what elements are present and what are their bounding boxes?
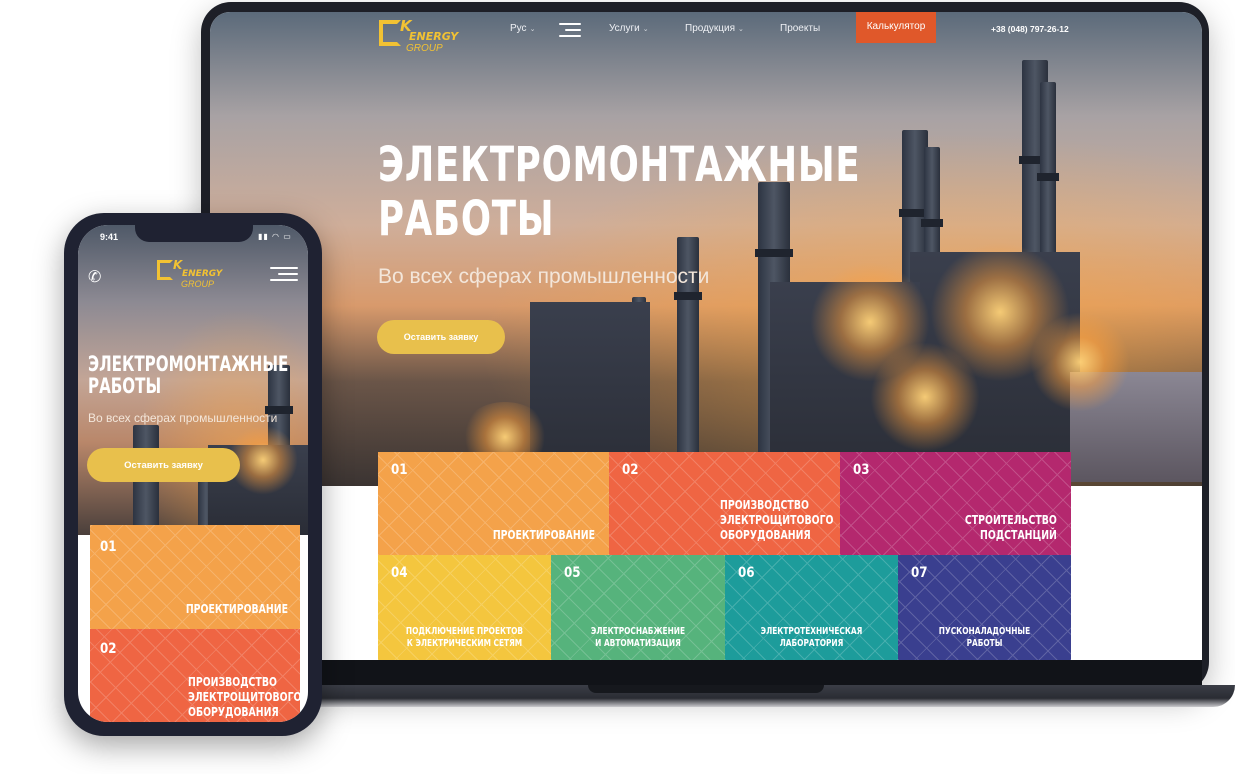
tile-label-line: ПОДКЛЮЧЕНИЕ ПРОЕКТОВ [405,626,524,638]
submit-request-button[interactable]: Оставить заявку [87,448,240,482]
tile-label-line: ОБОРУДОВАНИЯ [720,528,811,542]
tile-label-line: ПРОЕКТИРОВАНИЕ [492,528,595,542]
service-tile-commissioning[interactable]: 07 ПУСКОНАЛАДОЧНЫЕ РАБОТЫ [898,555,1071,660]
service-tile-laboratory[interactable]: 06 ЭЛЕКТРОТЕХНИЧЕСКАЯ ЛАБОРАТОРИЯ [725,555,898,660]
hero-background [210,12,1202,486]
hero-title-line: РАБОТЫ [378,191,555,247]
tile-label-line: РАБОТЫ [966,638,1003,650]
language-label: Рус [510,23,527,34]
tile-number: 06 [738,565,755,581]
tile-label: ЭЛЕКТРОСНАБЖЕНИЕ И АВТОМАТИЗАЦИЯ [570,626,706,650]
chevron-down-icon: ⌄ [529,26,536,33]
chevron-down-icon: ⌄ [738,26,744,33]
tile-label: ПРОИЗВОДСТВО ЭЛЕКТРОЩИТОВОГО ОБОРУДОВАНИ… [188,675,300,720]
service-tile-substations[interactable]: 03 СТРОИТЕЛЬСТВО ПОДСТАНЦИЙ [840,452,1071,555]
logo-energy: ENERGY [409,30,459,43]
laptop-hinge-notch [588,685,824,693]
logo-k: K [173,258,183,272]
service-tile-design[interactable]: 01 ПРОЕКТИРОВАНИЕ [378,452,609,555]
tile-label-line: ЭЛЕКТРОСНАБЖЕНИЕ [590,626,686,638]
tile-label-line: СТРОИТЕЛЬСТВО [965,513,1057,527]
hero-title: ЭЛЕКТРОМОНТАЖНЫЕ РАБОТЫ [88,353,288,397]
tile-label-line: ЭЛЕКТРОТЕХНИЧЕСКАЯ [760,626,863,638]
service-tile-production[interactable]: 02 ПРОИЗВОДСТВО ЭЛЕКТРОЩИТОВОГО ОБОРУДОВ… [90,629,300,722]
hero-subtitle: Во всех сферах промышленности [378,265,710,288]
tile-label-line: К ЭЛЕКТРИЧЕСКИМ СЕТЯМ [406,638,523,650]
tile-number: 01 [100,539,117,555]
hero-title: ЭЛЕКТРОМОНТАЖНЫЕ РАБОТЫ [378,138,860,246]
tile-label-line: ЭЛЕКТРОЩИТОВОГО [188,690,300,704]
service-tile-power-supply[interactable]: 05 ЭЛЕКТРОСНАБЖЕНИЕ И АВТОМАТИЗАЦИЯ [551,555,725,660]
calculator-button[interactable]: Калькулятор [856,12,936,43]
tile-number: 02 [622,462,639,478]
logo-mark[interactable] [157,260,173,280]
language-switcher[interactable]: Рус ⌄ [510,23,535,34]
tile-label-line: ПРОИЗВОДСТВО [188,675,277,689]
status-icons: ▮▮ ◠ ▭ [258,232,292,241]
logo-group: GROUP [406,43,443,54]
nav-item-label: Продукция [685,23,736,34]
tile-number: 01 [391,462,408,478]
nav-item-projects[interactable]: Проекты [780,23,820,34]
nav-item-services[interactable]: Услуги ⌄ [609,23,649,34]
service-tile-grid-connection[interactable]: 04 ПОДКЛЮЧЕНИЕ ПРОЕКТОВ К ЭЛЕКТРИЧЕСКИМ … [378,555,551,660]
hero-title-line: ЭЛЕКТРОМОНТАЖНЫЕ [88,352,289,376]
tile-label: ПРОЕКТИРОВАНИЕ [493,528,595,543]
tile-label: ПУСКОНАЛАДОЧНЫЕ РАБОТЫ [917,626,1052,650]
nav-item-label: Услуги [609,23,640,34]
light-glow [1030,312,1130,412]
tile-label-line: И АВТОМАТИЗАЦИЯ [595,638,681,650]
tile-number: 05 [564,565,581,581]
logo-mark[interactable] [379,20,401,46]
tile-number: 02 [100,641,117,657]
tile-label-line: ЭЛЕКТРОЩИТОВОГО [720,513,834,527]
service-tile-design[interactable]: 01 ПРОЕКТИРОВАНИЕ [90,525,300,629]
tile-label: ЭЛЕКТРОТЕХНИЧЕСКАЯ ЛАБОРАТОРИЯ [744,626,879,650]
tile-label-line: ПРОЕКТИРОВАНИЕ [185,602,288,616]
hamburger-menu-icon[interactable] [270,267,298,285]
tile-label: ПРОИЗВОДСТВО ЭЛЕКТРОЩИТОВОГО ОБОРУДОВАНИ… [720,498,833,543]
tile-label: ПРОЕКТИРОВАНИЕ [186,602,288,617]
tile-number: 04 [391,565,408,581]
laptop-screen: K ENERGY GROUP Рус ⌄ Услуги ⌄ Продукция ⌄ П… [210,12,1202,660]
status-time: 9:41 [100,232,119,242]
tile-label-line: ПРОИЗВОДСТВО [720,498,809,512]
tile-label-line: ПОДСТАНЦИЙ [980,528,1057,542]
hero-subtitle: Во всех сферах промышленности [88,411,278,425]
submit-request-button[interactable]: Оставить заявку [377,320,505,354]
tile-label-line: ОБОРУДОВАНИЯ [188,705,279,719]
logo-group: GROUP [181,279,215,289]
logo-energy: ENERGY [182,269,223,279]
laptop-bezel-bottom [210,660,1202,686]
tile-number: 03 [853,462,870,478]
phone-icon[interactable]: ✆ [88,267,101,287]
hamburger-menu-icon[interactable] [559,23,581,41]
hero-title-line: ЭЛЕКТРОМОНТАЖНЫЕ [378,137,861,193]
tile-label-line: ЛАБОРАТОРИЯ [779,638,844,650]
chevron-down-icon: ⌄ [642,26,649,33]
phone-screen: 9:41 ▮▮ ◠ ▭ ✆ K ENERGY GROUP ЭЛЕКТРОМОНТ… [78,225,308,722]
tile-number: 07 [911,565,928,581]
tile-label: СТРОИТЕЛЬСТВО ПОДСТАНЦИЙ [965,513,1057,543]
light-glow [870,342,980,452]
tile-label: ПОДКЛЮЧЕНИЕ ПРОЕКТОВ К ЭЛЕКТРИЧЕСКИМ СЕТ… [397,626,532,650]
service-tile-production[interactable]: 02 ПРОИЗВОДСТВО ЭЛЕКТРОЩИТОВОГО ОБОРУДОВ… [609,452,840,555]
hero-title-line: РАБОТЫ [88,374,162,398]
phone-number-link[interactable]: +38 (048) 797-26-12 [991,24,1069,34]
phone-notch [135,225,253,242]
tile-label-line: ПУСКОНАЛАДОЧНЫЕ [938,626,1031,638]
nav-item-products[interactable]: Продукция ⌄ [685,23,744,34]
